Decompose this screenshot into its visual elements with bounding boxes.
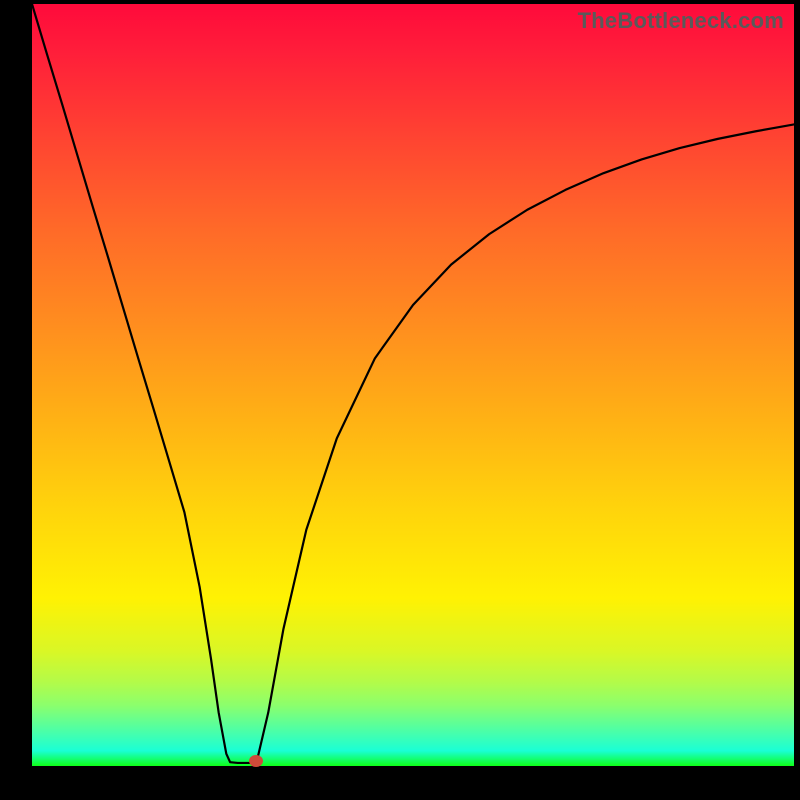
- plot-area: TheBottleneck.com: [32, 4, 794, 766]
- optimal-point-marker: [249, 755, 263, 767]
- bottleneck-curve: [32, 4, 794, 766]
- chart-frame: TheBottleneck.com: [32, 4, 794, 766]
